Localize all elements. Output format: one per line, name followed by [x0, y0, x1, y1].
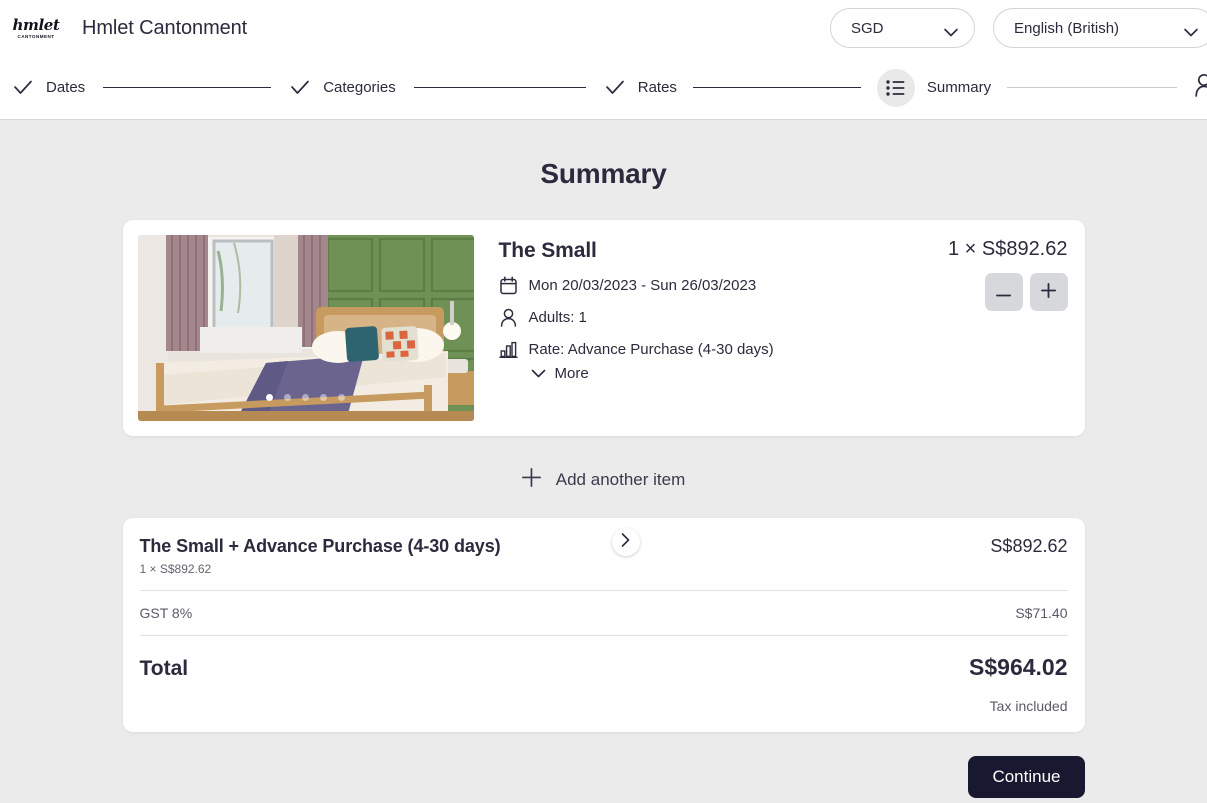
plus-icon: [522, 468, 541, 492]
bedroom-photo[interactable]: [138, 235, 474, 421]
item-price: 1 × S$892.62: [948, 238, 1068, 261]
step-categories-label: Categories: [323, 79, 396, 96]
content-wrap: The Small Mon 20/03/2023 - Sun 26/03/202…: [123, 220, 1085, 798]
item-price-block: 1 × S$892.62: [948, 238, 1068, 311]
summary-tax-row: GST 8% S$71.40: [140, 591, 1068, 635]
page-title: Summary: [0, 120, 1207, 190]
continue-row: Continue: [123, 756, 1085, 798]
list-icon: [877, 69, 915, 107]
brand-title: Hmlet Cantonment: [82, 17, 247, 40]
add-another-item-label: Add another item: [556, 470, 685, 490]
chevron-down-icon: [944, 24, 958, 33]
carousel-dot[interactable]: [302, 394, 309, 401]
summary-line-title: The Small + Advance Purchase (4-30 days): [140, 536, 501, 557]
step-dates-label: Dates: [46, 79, 85, 96]
item-dates-text: Mon 20/03/2023 - Sun 26/03/2023: [529, 277, 757, 294]
currency-select[interactable]: SGD: [830, 8, 975, 48]
stepper-connector: [693, 87, 861, 88]
summary-line-subtitle: 1 × S$892.62: [140, 562, 501, 576]
step-categories[interactable]: Categories: [289, 77, 396, 99]
carousel-dot[interactable]: [338, 394, 345, 401]
add-another-item-button[interactable]: Add another item: [123, 468, 1085, 492]
stepper-connector: [103, 87, 271, 88]
item-rate-row: Rate: Advance Purchase (4-30 days): [499, 340, 1070, 359]
header-controls: SGD English (British): [830, 8, 1207, 48]
calendar-icon: [499, 276, 518, 295]
currency-select-value: SGD: [851, 20, 884, 37]
summary-tax-label: GST 8%: [140, 605, 193, 621]
tax-included-note: Tax included: [140, 681, 1068, 732]
summary-line-row: The Small + Advance Purchase (4-30 days)…: [140, 518, 1068, 590]
summary-total-amount: S$964.02: [969, 654, 1067, 681]
person-icon: [499, 308, 518, 327]
check-icon: [12, 77, 34, 99]
chevron-down-icon: [531, 365, 546, 382]
more-toggle-label: More: [555, 365, 589, 382]
summary-tax-amount: S$71.40: [1015, 605, 1067, 621]
plus-icon: [1041, 283, 1056, 301]
bar-chart-icon: [499, 340, 518, 359]
booking-stepper: Dates Categories Rates Summary: [0, 56, 1207, 120]
main-content: Summary: [0, 120, 1207, 803]
minus-icon: [996, 285, 1011, 300]
stepper-connector: [414, 87, 586, 88]
logo-subtitle-text: CANTONMENT: [17, 34, 54, 39]
language-select-value: English (British): [1014, 20, 1119, 37]
continue-button[interactable]: Continue: [968, 756, 1084, 798]
stepper-connector: [1007, 87, 1177, 88]
chevron-down-icon: [1184, 24, 1198, 33]
summary-line-amount: S$892.62: [990, 536, 1067, 557]
chevron-right-icon: [621, 533, 630, 552]
logo-script-text: hmlet: [13, 18, 60, 33]
increase-quantity-button[interactable]: [1030, 273, 1068, 311]
language-select[interactable]: English (British): [993, 8, 1207, 48]
summary-total-row: Total S$964.02: [140, 636, 1068, 681]
carousel-next-button[interactable]: [612, 528, 640, 556]
step-summary[interactable]: Summary: [877, 69, 991, 107]
booking-item-card: The Small Mon 20/03/2023 - Sun 26/03/202…: [123, 220, 1085, 436]
step-rates[interactable]: Rates: [604, 77, 677, 99]
step-rates-label: Rates: [638, 79, 677, 96]
step-dates[interactable]: Dates: [12, 77, 85, 99]
summary-total-label: Total: [140, 657, 189, 681]
check-icon: [289, 77, 311, 99]
more-toggle[interactable]: More: [531, 365, 1070, 382]
decrease-quantity-button[interactable]: [985, 273, 1023, 311]
carousel-dots[interactable]: [138, 394, 474, 401]
step-summary-label: Summary: [927, 79, 991, 96]
carousel-dot[interactable]: [266, 394, 273, 401]
carousel-dot[interactable]: [284, 394, 291, 401]
price-summary-card: The Small + Advance Purchase (4-30 days)…: [123, 518, 1085, 732]
person-icon[interactable]: [1195, 73, 1207, 102]
carousel-dot[interactable]: [320, 394, 327, 401]
check-icon: [604, 77, 626, 99]
app-header: hmlet CANTONMENT Hmlet Cantonment SGD En…: [0, 0, 1207, 56]
item-rate-text: Rate: Advance Purchase (4-30 days): [529, 341, 774, 358]
quantity-stepper: [948, 273, 1068, 311]
hmlet-logo-icon[interactable]: hmlet CANTONMENT: [14, 11, 58, 45]
item-guests-text: Adults: 1: [529, 309, 587, 326]
